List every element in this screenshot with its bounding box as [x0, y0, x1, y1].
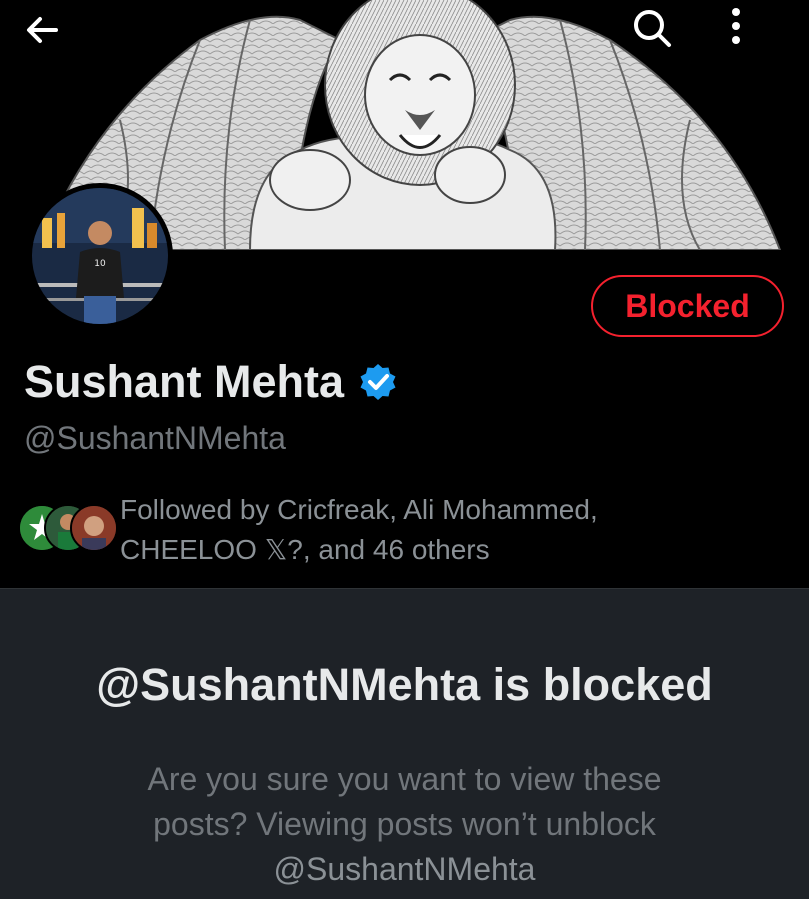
- display-name: Sushant Mehta: [24, 356, 345, 407]
- blocked-notice-panel: @SushantNMehta is blocked Are you sure y…: [0, 588, 809, 899]
- blocked-notice-line: Are you sure you want to view these: [147, 761, 662, 797]
- blocked-notice-description: Are you sure you want to view these post…: [100, 757, 709, 892]
- more-vertical-icon: [732, 8, 740, 44]
- more-options-button[interactable]: [730, 6, 784, 62]
- follower-avatar: [70, 504, 118, 552]
- arrow-left-icon: [27, 17, 58, 43]
- avatar[interactable]: 10: [27, 183, 173, 329]
- blocked-button[interactable]: Blocked: [591, 275, 784, 337]
- verified-badge-icon[interactable]: [358, 362, 398, 402]
- avatar-photo: 10: [32, 188, 168, 324]
- followed-by-line: CHEELOO 𝕏?, and 46 others: [120, 534, 490, 565]
- blocked-notice-line: posts? Viewing posts won’t unblock: [153, 806, 656, 842]
- search-icon: [634, 10, 671, 47]
- followed-by-line: Followed by Cricfreak, Ali Mohammed,: [120, 494, 598, 525]
- search-button[interactable]: [630, 6, 700, 62]
- svg-text:10: 10: [94, 259, 106, 269]
- blocked-notice-handle: @SushantNMehta: [273, 851, 536, 887]
- followed-by[interactable]: Followed by Cricfreak, Ali Mohammed, CHE…: [18, 490, 680, 570]
- blocked-notice-title: @SushantNMehta is blocked: [96, 659, 713, 710]
- follower-avatars: [18, 504, 118, 560]
- followed-by-text: Followed by Cricfreak, Ali Mohammed, CHE…: [120, 490, 680, 570]
- profile-handle: @SushantNMehta: [24, 420, 286, 456]
- name-row: Sushant Mehta: [24, 356, 398, 408]
- back-button[interactable]: [22, 10, 88, 60]
